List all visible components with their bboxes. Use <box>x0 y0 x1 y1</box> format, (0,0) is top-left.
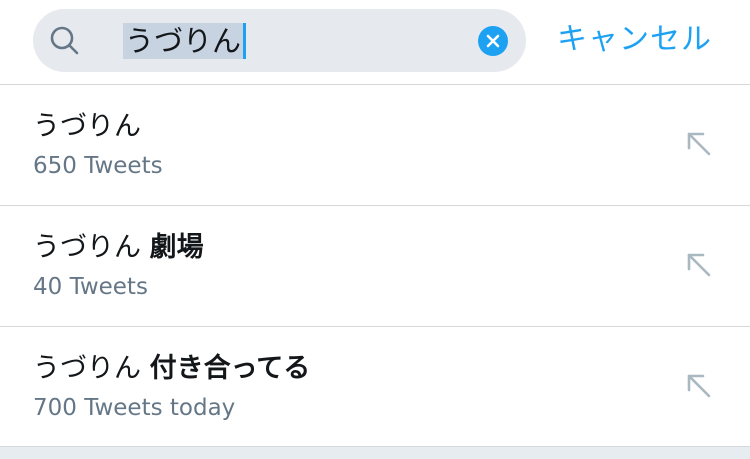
search-icon <box>50 26 79 55</box>
clear-icon <box>486 34 500 48</box>
arrow-up-left-icon[interactable] <box>683 128 715 160</box>
suggestion-query: うづりん <box>33 111 141 142</box>
list-footer-background <box>0 447 750 459</box>
arrow-up-left-icon[interactable] <box>683 249 715 281</box>
suggestion-query: うづりん <box>33 353 150 384</box>
search-header: うづりん キャンセル <box>0 0 750 84</box>
suggestion-title: うづりん 付き合ってる <box>33 351 310 387</box>
suggestion-query: うづりん <box>33 232 150 263</box>
suggestion-row[interactable]: うづりん 劇場 40 Tweets <box>0 206 750 327</box>
suggestion-title: うづりん 劇場 <box>33 230 204 266</box>
search-bar[interactable]: うづりん <box>33 9 526 72</box>
search-query-text: うづりん <box>123 23 244 59</box>
suggestion-tweet-count: 700 Tweets today <box>33 395 236 421</box>
clear-search-button[interactable] <box>478 26 508 56</box>
suggestion-row[interactable]: うづりん 付き合ってる 700 Tweets today <box>0 327 750 448</box>
suggestion-completion: 劇場 <box>149 232 204 263</box>
arrow-up-left-icon[interactable] <box>683 370 715 402</box>
text-caret <box>243 23 247 59</box>
search-input[interactable]: うづりん <box>123 23 247 59</box>
suggestion-row[interactable]: うづりん 650 Tweets <box>0 85 750 206</box>
suggestion-tweet-count: 40 Tweets <box>33 274 148 300</box>
suggestion-completion: 付き合ってる <box>149 353 311 384</box>
cancel-button[interactable]: キャンセル <box>557 20 712 60</box>
suggestion-tweet-count: 650 Tweets <box>33 153 163 179</box>
suggestion-title: うづりん <box>33 109 141 145</box>
